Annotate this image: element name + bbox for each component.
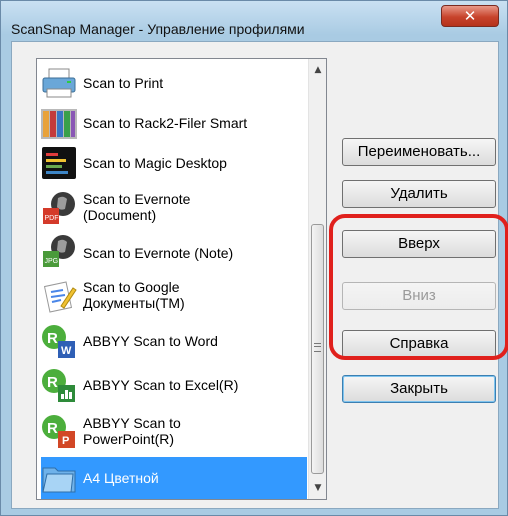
list-item-label: ABBYY Scan to Word [83,333,218,349]
close-window-button[interactable]: ✕ [441,5,499,27]
list-item[interactable]: Scan to Rack2-Filer Smart [41,103,307,143]
evernote-jpg-icon: JPG [43,235,75,267]
list-item-label: Scan to Magic Desktop [83,155,227,171]
svg-text:PDF: PDF [45,215,59,222]
list-item[interactable]: PDF Scan to Evernote (Document) [41,185,307,231]
delete-button[interactable]: Удалить [342,180,496,208]
list-item-label: ABBYY Scan to PowerPoint(R) [83,415,181,447]
list-item[interactable]: JPG Scan to Evernote (Note) [41,231,307,271]
list-item[interactable]: R ABBYY Scan to Excel(R) [41,365,307,407]
scroll-down-arrow-icon[interactable]: ▼ [309,479,326,497]
printer-icon [42,68,76,98]
profile-list[interactable]: Scan to Print Scan to Rack2-Filer Smart [36,58,327,500]
list-item[interactable]: R W ABBYY Scan to Word [41,321,307,363]
list-item-label: A4 Цветной [83,470,159,486]
list-scrollbar[interactable]: ▲ ▼ [308,59,326,499]
list-item[interactable]: Scan to Print [41,63,307,103]
evernote-pdf-icon: PDF [43,192,75,224]
scroll-up-arrow-icon[interactable]: ▲ [309,61,326,79]
window-title: ScanSnap Manager - Управление профилями [11,21,305,37]
title-bar[interactable]: ScanSnap Manager - Управление профилями … [1,1,507,37]
abbyy-word-icon: R W [42,325,75,358]
list-item-label: Scan to Print [83,75,164,91]
svg-text:R: R [47,374,58,391]
svg-text:R: R [47,330,58,347]
svg-text:W: W [61,345,72,357]
highlight-annotation [329,214,508,360]
list-item-label: Scan to Google Документы(TM) [83,279,185,311]
svg-text:R: R [47,420,58,437]
list-item-label: Scan to Evernote (Document) [83,191,191,223]
dialog-window: ScanSnap Manager - Управление профилями … [0,0,508,516]
svg-text:P: P [62,435,69,447]
list-item[interactable]: Scan to Google Документы(TM) [41,273,307,319]
list-item-label: Scan to Rack2-Filer Smart [83,115,248,131]
abbyy-powerpoint-icon: R P [42,415,75,448]
scroll-grip-icon [314,343,321,352]
svg-text:JPG: JPG [45,258,59,265]
google-docs-icon [43,281,77,313]
rename-button[interactable]: Переименовать... [342,138,496,166]
magic-desktop-icon [42,147,76,179]
list-item-selected[interactable]: A4 Цветной [41,457,307,499]
list-item[interactable]: Scan to Magic Desktop [41,143,307,183]
folder-icon [42,467,76,493]
dialog-body: Scan to Print Scan to Rack2-Filer Smart [11,41,508,509]
scroll-thumb[interactable] [311,224,324,474]
list-item-label: ABBYY Scan to Excel(R) [83,377,239,393]
list-item-label: Scan to Evernote (Note) [83,245,234,261]
close-button[interactable]: Закрыть [342,375,496,403]
binders-icon [41,109,77,139]
list-item[interactable]: R P ABBYY Scan to PowerPoint(R) [41,409,307,455]
abbyy-excel-icon: R [42,369,75,402]
